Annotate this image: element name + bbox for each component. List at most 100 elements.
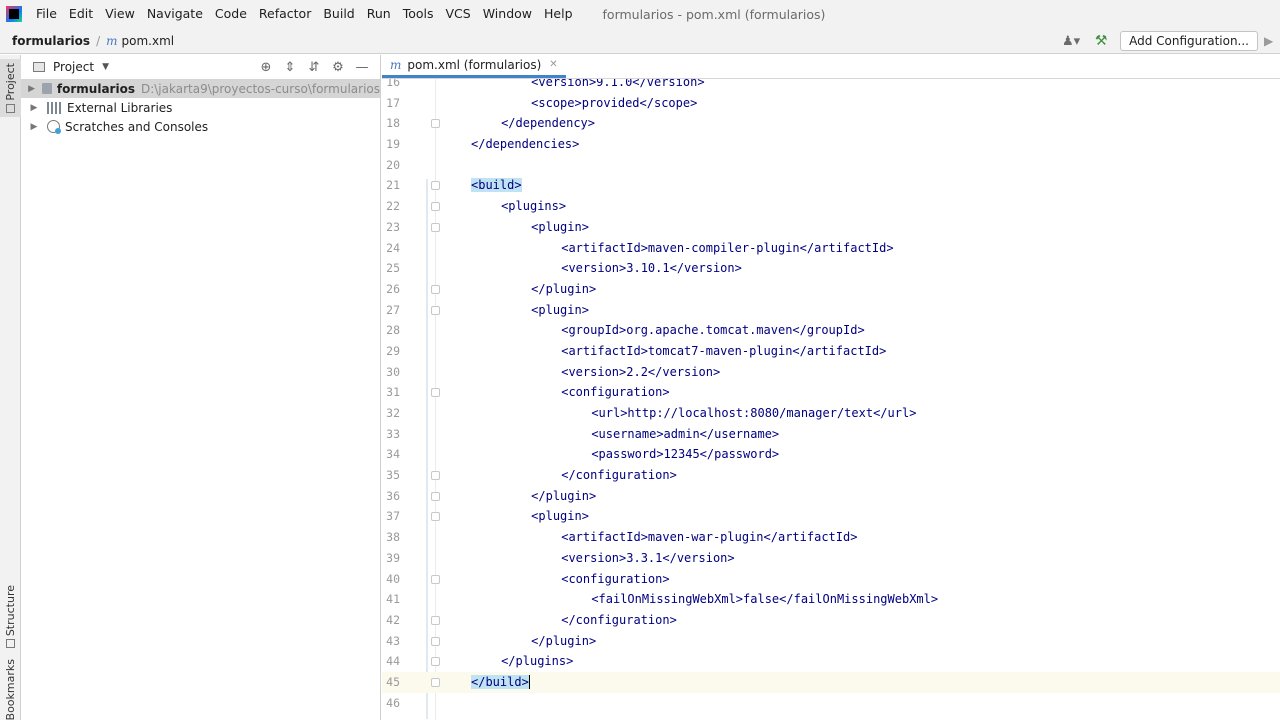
line-number[interactable]: 39 — [382, 548, 400, 569]
gear-icon[interactable]: ⚙ — [326, 60, 350, 75]
project-panel-title[interactable]: Project — [53, 60, 94, 74]
user-icon[interactable]: ♟▾ — [1058, 31, 1084, 51]
code-line[interactable]: 21 <build> — [382, 175, 1280, 196]
fold-marker-icon[interactable] — [431, 615, 440, 625]
tree-item-external-libraries[interactable]: ▶ External Libraries — [21, 98, 380, 117]
line-number[interactable]: 33 — [382, 424, 400, 445]
line-number[interactable]: 46 — [382, 693, 400, 714]
line-number[interactable]: 19 — [382, 134, 400, 155]
tab-pom-xml[interactable]: m pom.xml (formularios) ✕ — [382, 54, 566, 78]
line-number[interactable]: 34 — [382, 444, 400, 465]
chevron-right-icon[interactable]: ▶ — [27, 84, 36, 94]
code-line[interactable]: 38 <artifactId>maven-war-plugin</artifact… — [382, 527, 1280, 548]
code-line[interactable]: 35 </configuration> — [382, 465, 1280, 486]
tree-item-formularios[interactable]: ▶ formularios D:\jakarta9\proyectos-curs… — [21, 79, 380, 98]
line-number[interactable]: 24 — [382, 238, 400, 259]
locate-icon[interactable]: ⊕ — [254, 60, 278, 75]
code-line[interactable]: 30 <version>2.2</version> — [382, 362, 1280, 383]
fold-marker-icon[interactable] — [431, 491, 440, 501]
code-line[interactable]: 37 <plugin> — [382, 506, 1280, 527]
code-line[interactable]: 16 <version>9.1.0</version> — [382, 79, 1280, 93]
fold-marker-icon[interactable] — [431, 119, 440, 129]
minimize-icon[interactable]: — — [350, 60, 374, 75]
code-line[interactable]: 18 </dependency> — [382, 113, 1280, 134]
line-number[interactable]: 30 — [382, 362, 400, 383]
code-editor[interactable]: 16 <version>9.1.0</version> 17 <scope>provi… — [382, 79, 1280, 720]
code-line[interactable]: 24 <artifactId>maven-compiler-plugin</art… — [382, 238, 1280, 259]
line-number[interactable]: 36 — [382, 486, 400, 507]
line-number[interactable]: 21 — [382, 175, 400, 196]
code-line[interactable]: 19 </dependencies> — [382, 134, 1280, 155]
code-line[interactable]: 43 </plugin> — [382, 631, 1280, 652]
code-line[interactable]: 22 <plugins> — [382, 196, 1280, 217]
line-number[interactable]: 40 — [382, 569, 400, 590]
code-line[interactable]: 46 — [382, 693, 1280, 714]
line-number[interactable]: 35 — [382, 465, 400, 486]
line-number[interactable]: 17 — [382, 93, 400, 114]
code-line[interactable]: 23 <plugin> — [382, 217, 1280, 238]
code-line[interactable]: 17 <scope>provided</scope> — [382, 93, 1280, 114]
fold-marker-icon[interactable] — [431, 202, 440, 212]
line-number[interactable]: 41 — [382, 589, 400, 610]
chevron-down-icon[interactable]: ▼ — [102, 62, 109, 72]
menu-run[interactable]: Run — [361, 0, 397, 28]
collapse-all-icon[interactable]: ⇵ — [302, 60, 326, 75]
fold-marker-icon[interactable] — [431, 574, 440, 584]
fold-marker-icon[interactable] — [431, 305, 440, 315]
line-number[interactable]: 23 — [382, 217, 400, 238]
tool-tab-structure[interactable]: Structure — [0, 585, 21, 649]
chevron-right-icon[interactable]: ▶ — [27, 122, 41, 132]
code-line[interactable]: 41 <failOnMissingWebXml>false</failOnMiss… — [382, 589, 1280, 610]
breadcrumb-file[interactable]: pom.xml — [122, 34, 175, 48]
line-number[interactable]: 26 — [382, 279, 400, 300]
tool-tab-project[interactable]: Project — [0, 59, 21, 117]
code-line[interactable]: 44 </plugins> — [382, 651, 1280, 672]
tool-tab-bookmarks[interactable]: Bookmarks — [0, 659, 21, 720]
code-line[interactable]: 28 <groupId>org.apache.tomcat.maven</grou… — [382, 320, 1280, 341]
menu-file[interactable]: File — [30, 0, 63, 28]
line-number[interactable]: 28 — [382, 320, 400, 341]
code-line[interactable]: 31 <configuration> — [382, 382, 1280, 403]
code-line[interactable]: 26 </plugin> — [382, 279, 1280, 300]
code-line[interactable]: 32 <url>http://localhost:8080/manager/tex… — [382, 403, 1280, 424]
add-configuration-button[interactable]: Add Configuration... — [1120, 31, 1258, 51]
line-number[interactable]: 20 — [382, 155, 400, 176]
fold-marker-icon[interactable] — [431, 388, 440, 398]
breadcrumb-project[interactable]: formularios — [12, 34, 90, 48]
menu-edit[interactable]: Edit — [63, 0, 99, 28]
menu-view[interactable]: View — [99, 0, 141, 28]
menu-navigate[interactable]: Navigate — [141, 0, 209, 28]
line-number[interactable]: 43 — [382, 631, 400, 652]
expand-all-icon[interactable]: ⇕ — [278, 60, 302, 75]
line-number[interactable]: 37 — [382, 506, 400, 527]
line-number[interactable]: 22 — [382, 196, 400, 217]
run-icon[interactable]: ▶ — [1264, 34, 1280, 48]
code-line[interactable]: 34 <password>12345</password> — [382, 444, 1280, 465]
line-number[interactable]: 27 — [382, 300, 400, 321]
chevron-right-icon[interactable]: ▶ — [27, 103, 41, 113]
code-line[interactable]: 20 — [382, 155, 1280, 176]
line-number[interactable]: 44 — [382, 651, 400, 672]
fold-marker-icon[interactable] — [431, 636, 440, 646]
fold-marker-icon[interactable] — [431, 677, 440, 687]
line-number[interactable]: 16 — [382, 79, 400, 93]
line-number[interactable]: 25 — [382, 258, 400, 279]
code-line[interactable]: 42 </configuration> — [382, 610, 1280, 631]
fold-marker-icon[interactable] — [431, 284, 440, 294]
line-number[interactable]: 42 — [382, 610, 400, 631]
menu-help[interactable]: Help — [538, 0, 579, 28]
code-line[interactable]: 45 </build> — [382, 671, 1280, 693]
menu-window[interactable]: Window — [477, 0, 538, 28]
line-number[interactable]: 29 — [382, 341, 400, 362]
menu-tools[interactable]: Tools — [397, 0, 440, 28]
code-line[interactable]: 27 <plugin> — [382, 300, 1280, 321]
menu-refactor[interactable]: Refactor — [253, 0, 317, 28]
menu-build[interactable]: Build — [317, 0, 360, 28]
fold-marker-icon[interactable] — [431, 181, 440, 191]
hammer-build-icon[interactable]: ⚒ — [1090, 31, 1112, 51]
menu-vcs[interactable]: VCS — [440, 0, 477, 28]
line-number[interactable]: 38 — [382, 527, 400, 548]
fold-marker-icon[interactable] — [431, 657, 440, 667]
fold-marker-icon[interactable] — [431, 222, 440, 232]
menu-code[interactable]: Code — [209, 0, 253, 28]
